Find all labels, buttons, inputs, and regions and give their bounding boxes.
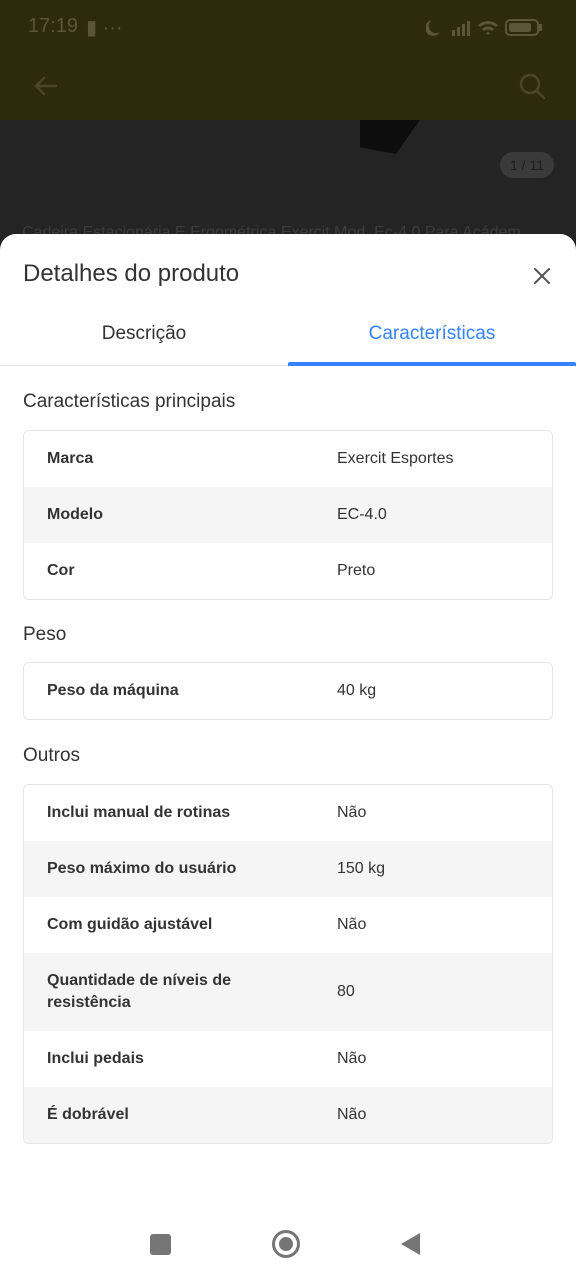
image-counter: 1 / 11 [500,152,554,178]
status-bar: 17:19 ▮ ··· [0,0,576,56]
home-icon[interactable] [272,1230,300,1258]
spec-key: Inclui pedais [47,1050,144,1067]
spec-table-outros: Inclui manual de rotinas Não Peso máximo… [23,784,553,1144]
back-arrow-icon[interactable] [32,72,60,100]
tab-descricao[interactable]: Descrição [0,306,288,366]
spec-value: 40 kg [337,682,377,699]
status-notifications: ▮ ··· [86,17,123,39]
spec-value: Não [337,1050,367,1067]
section-title-main: Características principais [23,391,236,412]
product-image [360,120,420,154]
section-title-peso: Peso [23,624,67,645]
spec-key: É dobrável [47,1106,129,1123]
spec-value: Não [337,804,367,821]
background-app: 17:19 ▮ ··· 1 / 11 Cadeira Estacionária … [0,0,576,260]
back-icon[interactable] [401,1233,420,1255]
spec-value: Não [337,916,367,933]
close-icon[interactable] [530,264,554,288]
spec-table-peso: Peso da máquina 40 kg [23,662,553,720]
table-row: Quantidade de níveis de resistência 80 [24,953,552,1031]
table-row: Peso da máquina 40 kg [24,663,552,719]
table-row: Cor Preto [24,543,552,599]
table-row: Modelo EC-4.0 [24,487,552,543]
spec-value: Exercit Esportes [337,450,454,467]
status-time: 17:19 [28,15,79,37]
table-row: Inclui manual de rotinas Não [24,785,552,841]
product-details-sheet: Detalhes do produto Descrição Caracterís… [0,234,576,1200]
spec-value: Não [337,1106,367,1123]
table-row: É dobrável Não [24,1087,552,1143]
table-row: Peso máximo do usuário 150 kg [24,841,552,897]
status-icons [426,19,542,36]
tab-bar: Descrição Características [0,306,576,366]
spec-key: Peso máximo do usuário [47,860,237,877]
spec-key: Modelo [47,506,103,523]
spec-key: Inclui manual de rotinas [47,804,231,821]
spec-table-main: Marca Exercit Esportes Modelo EC-4.0 Cor… [23,430,553,600]
spec-value: Preto [337,562,376,579]
system-nav-bar [0,1200,576,1280]
recents-icon[interactable] [150,1234,171,1255]
search-icon[interactable] [518,72,546,100]
table-row: Inclui pedais Não [24,1031,552,1087]
spec-value: 80 [337,983,355,1000]
table-row: Com guidão ajustável Não [24,897,552,953]
spec-key: Marca [47,450,94,467]
spec-value: 150 kg [337,860,386,877]
spec-key: Cor [47,562,75,579]
section-title-outros: Outros [23,745,81,766]
spec-key: Com guidão ajustável [47,916,213,933]
active-tab-indicator [288,362,576,366]
app-header [0,56,576,120]
table-row: Marca Exercit Esportes [24,431,552,487]
spec-key: Peso da máquina [47,682,179,699]
spec-value: EC-4.0 [337,506,387,523]
spec-key: Quantidade de níveis de resistência [47,972,232,1011]
tab-caracteristicas[interactable]: Características [288,306,576,366]
sheet-title: Detalhes do produto [23,260,240,287]
